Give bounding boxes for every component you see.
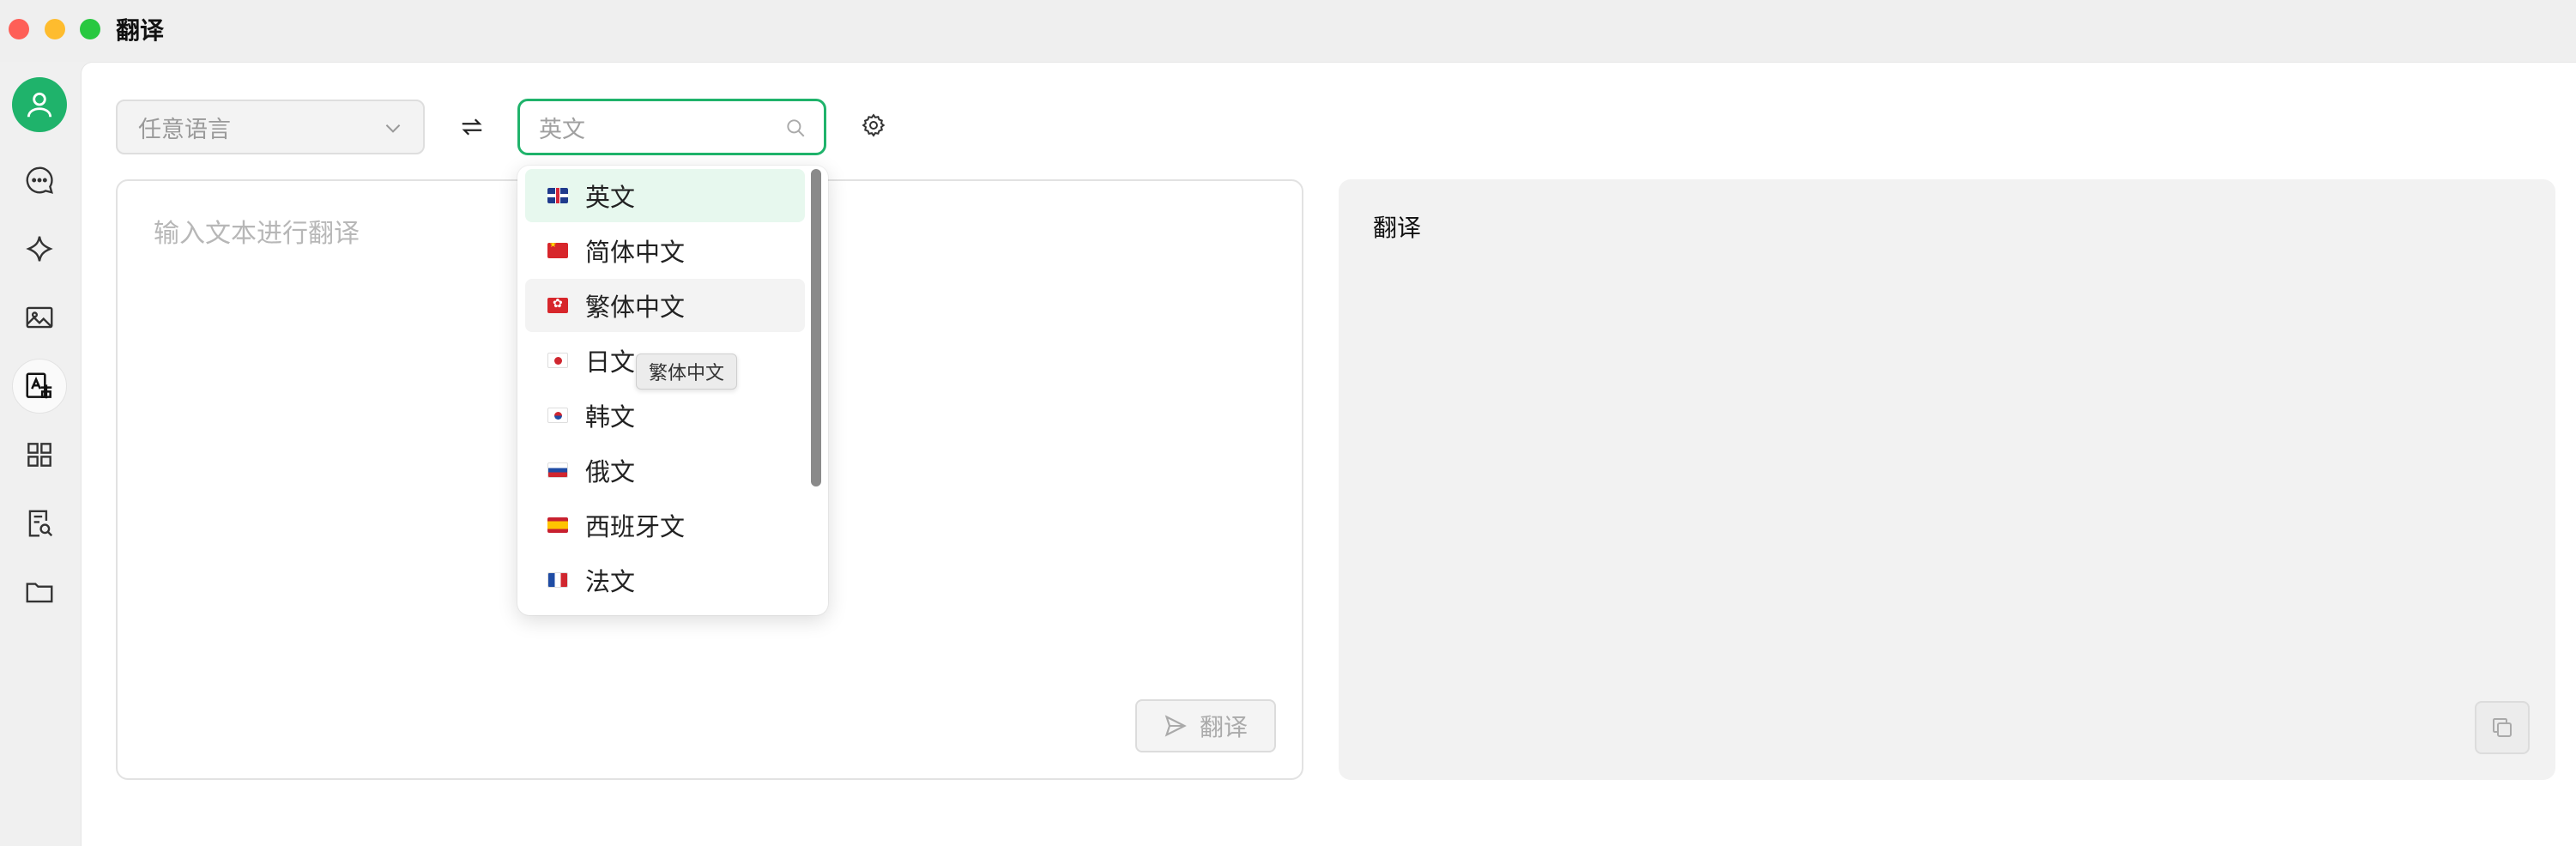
chat-bubble-icon [26,166,53,194]
source-language-value: 任意语言 [138,116,231,143]
output-title: 翻译 [1373,214,1422,242]
dropdown-scrollbar[interactable] [811,169,821,486]
sidebar [0,62,81,846]
chevron-down-icon [385,124,401,133]
language-option-label: 俄文 [585,457,636,486]
language-option-label: 日文 [585,347,636,377]
korea-flag-icon [547,408,568,423]
language-option-label: 韩文 [585,402,636,432]
sidebar-item-translate[interactable] [12,359,67,414]
sidebar-item-chat[interactable] [12,153,67,208]
avatar[interactable] [12,77,67,132]
language-option-label: 英文 [585,183,636,212]
folder-icon [26,583,53,603]
image-icon [26,306,53,329]
language-option-label: 西班牙文 [585,512,686,541]
language-option-label: 简体中文 [585,238,686,267]
language-option-simplified-chinese[interactable]: 简体中文 [525,224,805,277]
language-option-spanish[interactable]: 西班牙文 [525,499,805,552]
swap-languages-button[interactable] [455,110,489,144]
japan-flag-icon [547,353,568,368]
titlebar: 翻译 [0,0,2576,62]
window-title: 翻译 [116,16,165,45]
sidebar-item-apps[interactable] [12,427,67,482]
gear-icon [862,113,886,137]
tooltip: 繁体中文 [636,354,737,390]
target-language-search-input[interactable]: 英文 [517,99,826,155]
source-language-select[interactable]: 任意语言 [116,100,425,154]
search-icon [787,119,805,137]
language-option-french[interactable]: 法文 [525,553,805,607]
translate-button-label: 翻译 [1199,713,1248,741]
maximize-window-button[interactable] [80,19,100,39]
copy-icon [2493,718,2512,737]
sidebar-item-knowledge[interactable] [12,496,67,551]
sidebar-item-files[interactable] [12,565,67,619]
france-flag-icon [547,572,568,588]
language-option-korean[interactable]: 韩文 [525,389,805,442]
source-text-placeholder: 输入文本进行翻译 [154,219,360,249]
language-option-label: 繁体中文 [585,293,686,322]
sidebar-item-assistant[interactable] [12,221,67,276]
language-option-traditional-chinese[interactable]: 繁体中文 [525,279,805,332]
grid-icon [27,443,51,467]
language-option-label: 法文 [585,567,636,596]
translate-button[interactable]: 翻译 [1135,699,1276,752]
minimize-window-button[interactable] [45,19,65,39]
spain-flag-icon [547,517,568,533]
language-dropdown: 英文 简体中文 繁体中文 日文 韩文 俄文 西班牙文 法文 [517,166,828,615]
send-icon [1164,715,1187,737]
russia-flag-icon [547,462,568,478]
swap-icon [462,118,482,136]
uk-flag-icon [547,188,568,203]
sparkle-icon [26,236,53,262]
document-search-icon [28,510,53,537]
china-flag-icon [547,243,568,258]
hong-kong-flag-icon [547,298,568,313]
copy-button[interactable] [2475,701,2530,754]
language-option-russian[interactable]: 俄文 [525,444,805,497]
language-option-english[interactable]: 英文 [525,169,805,222]
settings-button[interactable] [858,110,889,141]
translation-output-card: 翻译 [1339,179,2555,780]
user-icon [27,92,52,118]
sidebar-item-image[interactable] [12,290,67,345]
close-window-button[interactable] [9,19,29,39]
target-language-placeholder: 英文 [539,116,585,143]
translate-icon [26,372,52,399]
